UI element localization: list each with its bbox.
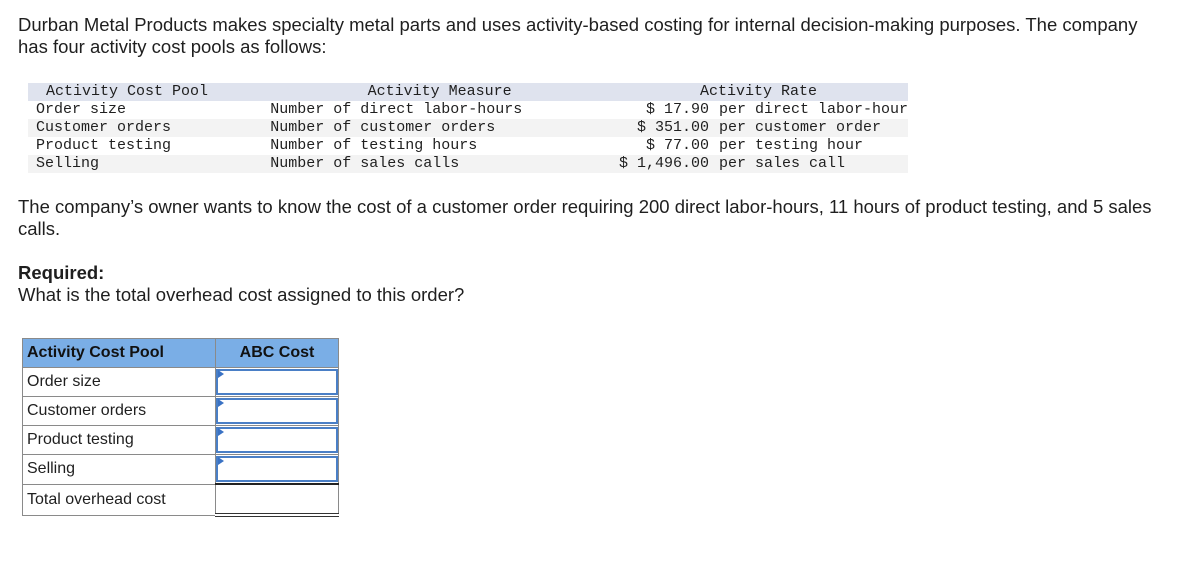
input-flag-icon <box>218 399 224 407</box>
abc-cost-input-selling[interactable] <box>216 456 338 482</box>
header-activity-rate: Activity Rate <box>700 83 818 100</box>
rate-table-row: Product testing Number of testing hours … <box>28 137 908 155</box>
abc-cost-input-order-size[interactable] <box>216 369 338 395</box>
header-abc-cost: ABC Cost <box>215 338 339 368</box>
pool-name: Customer orders <box>36 119 172 136</box>
row-label: Total overhead cost <box>22 483 216 516</box>
activity-rate-table: Activity Cost Pool Activity Measure Acti… <box>28 83 908 173</box>
row-label: Customer orders <box>22 396 216 426</box>
activity-rate: $ 351.00 <box>636 119 709 136</box>
required-text: What is the total overhead cost assigned… <box>18 284 465 305</box>
answer-row-product-testing: Product testing <box>22 425 339 455</box>
pool-name: Selling <box>36 155 100 172</box>
answer-row-selling: Selling <box>22 454 339 485</box>
rate-table-header: Activity Cost Pool Activity Measure Acti… <box>28 83 908 101</box>
rate-unit: per customer order <box>718 119 881 136</box>
pool-name: Product testing <box>36 137 172 154</box>
abc-cost-answer-table: Activity Cost Pool ABC Cost Order size C… <box>22 338 339 517</box>
question-paragraph: The company’s owner wants to know the co… <box>18 196 1152 239</box>
required-label: Required: <box>18 262 105 283</box>
answer-row-total: Total overhead cost <box>22 483 339 517</box>
activity-rate: $ 17.90 <box>645 101 709 118</box>
header-activity-cost-pool: Activity Cost Pool <box>22 338 216 368</box>
answer-row-order-size: Order size <box>22 367 339 397</box>
abc-cost-input-customer-orders[interactable] <box>216 398 338 424</box>
rate-table-row: Order size Number of direct labor-hours … <box>28 101 908 119</box>
required-section: Required: What is the total overhead cos… <box>18 262 464 306</box>
rate-table-row: Selling Number of sales calls $ 1,496.00… <box>28 155 908 173</box>
header-activity-measure: Activity Measure <box>367 83 512 100</box>
activity-measure: Number of testing hours <box>270 137 478 154</box>
input-flag-icon <box>218 370 224 378</box>
header-activity-cost-pool: Activity Cost Pool <box>46 83 209 100</box>
activity-rate: $ 77.00 <box>645 137 709 154</box>
row-label: Order size <box>22 367 216 397</box>
activity-rate: $ 1,496.00 <box>618 155 709 172</box>
rate-unit: per testing hour <box>718 137 863 154</box>
pool-name: Order size <box>36 101 127 118</box>
answer-row-customer-orders: Customer orders <box>22 396 339 426</box>
activity-measure: Number of direct labor-hours <box>270 101 523 118</box>
rate-unit: per direct labor-hour <box>718 101 908 118</box>
activity-measure: Number of sales calls <box>270 155 460 172</box>
rate-unit: per sales call <box>718 155 845 172</box>
row-label: Product testing <box>22 425 216 455</box>
input-flag-icon <box>218 428 224 436</box>
abc-cost-input-product-testing[interactable] <box>216 427 338 453</box>
intro-paragraph: Durban Metal Products makes specialty me… <box>18 14 1138 57</box>
row-label: Selling <box>22 454 216 485</box>
input-flag-icon <box>218 457 224 465</box>
rate-table-row: Customer orders Number of customer order… <box>28 119 908 137</box>
answer-table-header: Activity Cost Pool ABC Cost <box>22 338 339 368</box>
activity-measure: Number of customer orders <box>270 119 496 136</box>
total-overhead-cost-field <box>216 486 338 512</box>
